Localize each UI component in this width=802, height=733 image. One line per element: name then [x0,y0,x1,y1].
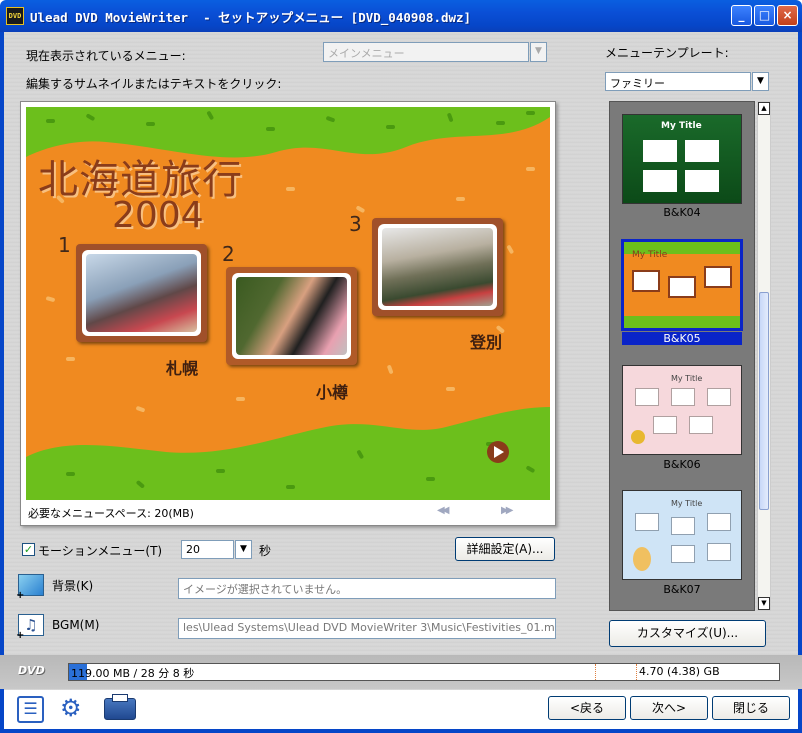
customize-button[interactable]: カスタマイズ(U)... [609,620,766,647]
thumbnail-2-caption[interactable]: 小樽 [316,379,348,403]
thumbnail-1-caption[interactable]: 札幌 [166,355,198,379]
bunny-icon [633,547,651,571]
chevron-down-icon[interactable]: ▼ [530,42,547,62]
next-button[interactable]: 次へ> [630,696,708,720]
add-icon: + [16,630,25,641]
disc-marker [595,664,596,680]
template-name[interactable]: B&K07 [622,583,742,596]
template-thumb-bk05[interactable]: My Title [621,239,743,331]
current-menu-label: 現在表示されているメニュー: [26,49,186,63]
motion-seconds-input[interactable]: 20 [181,540,234,559]
template-thumb-bk07[interactable]: My Title [622,490,742,580]
item-number: 1 [58,233,71,257]
disc-used-text: 119.00 MB / 28 分 8 秒 [71,667,195,680]
advanced-settings-button[interactable]: 詳細設定(A)... [455,537,555,561]
title-bar[interactable]: DVD Ulead DVD MovieWriter - セットアップメニュー [… [0,0,802,32]
thumb-title: My Title [671,499,703,508]
menu-subtitle[interactable]: 2004 [112,195,204,236]
thumbnail-3[interactable] [372,218,503,316]
list-icon[interactable]: ☰ [17,696,44,723]
close-window-button[interactable]: × [777,5,798,26]
disc-marker [636,664,637,680]
bgm-field[interactable]: les\Ulead Systems\Ulead DVD MovieWriter … [178,618,556,639]
menu-preview[interactable]: 北海道旅行 2004 1 札幌 2 小樽 3 登別 [26,107,550,500]
chevron-down-icon[interactable]: ▼ [235,540,252,559]
chevron-down-icon[interactable]: ▼ [752,72,769,91]
item-number: 3 [349,212,362,236]
scroll-up-icon[interactable]: ▲ [758,102,770,115]
background-field[interactable]: イメージが選択されていません。 [178,578,556,599]
thumbnail-1[interactable] [76,244,207,342]
dvd-logo: DVD [18,664,45,677]
add-icon: + [16,590,25,601]
gear-icon[interactable]: ⚙ [60,694,82,722]
printer-icon[interactable] [104,694,136,720]
required-space-text: 必要なメニュースペース: 20(MB) [28,507,194,520]
close-button[interactable]: 閉じる [712,696,790,720]
scroll-thumb[interactable] [759,292,769,510]
minimize-button[interactable]: _ [731,5,752,26]
thumb-title: My Title [661,121,702,131]
maximize-button[interactable]: □ [754,5,775,26]
motion-menu-label[interactable]: モーションメニュー(T) [38,542,162,559]
window-title: Ulead DVD MovieWriter - セットアップメニュー [DVD_… [30,10,472,25]
template-list[interactable]: My Title B&K04 My Title B&K05 My Title B… [609,101,755,611]
item-number: 2 [222,242,235,266]
background-label: 背景(K) [52,579,94,593]
template-category-dropdown[interactable]: ファミリー [605,72,751,91]
thumb-title: My Title [671,374,703,383]
next-page-icon[interactable]: ▶▶ [501,505,514,516]
template-name[interactable]: B&K04 [622,206,742,219]
seconds-unit-label: 秒 [259,544,272,558]
template-thumb-bk04[interactable]: My Title [622,114,742,204]
thumbnail-2[interactable] [226,267,357,365]
current-menu-dropdown[interactable]: メインメニュー [323,42,529,62]
disc-capacity-text: 4.70 (4.38) GB [639,665,720,678]
disc-capacity-meter: 119.00 MB / 28 分 8 秒 4.70 (4.38) GB [68,663,780,681]
thumbnail-3-caption[interactable]: 登別 [470,329,502,353]
template-thumb-bk06[interactable]: My Title [622,365,742,455]
app-icon: DVD [6,7,24,25]
template-label: メニューテンプレート: [605,46,729,60]
prev-page-icon[interactable]: ◀◀ [437,505,450,516]
template-scrollbar[interactable]: ▲ ▼ [757,101,771,611]
edit-hint-label: 編集するサムネイルまたはテキストをクリック: [26,77,282,91]
scroll-down-icon[interactable]: ▼ [758,597,770,610]
template-name[interactable]: B&K05 [622,332,742,345]
template-name[interactable]: B&K06 [622,458,742,471]
thumb-title: My Title [632,250,668,260]
bgm-label: BGM(M) [52,618,100,632]
menu-preview-frame: 北海道旅行 2004 1 札幌 2 小樽 3 登別 必要なメニュースペース: 2… [20,101,556,526]
motion-menu-checkbox[interactable]: ✓ [22,543,35,556]
back-button[interactable]: <戻る [548,696,626,720]
duck-icon [631,430,645,444]
